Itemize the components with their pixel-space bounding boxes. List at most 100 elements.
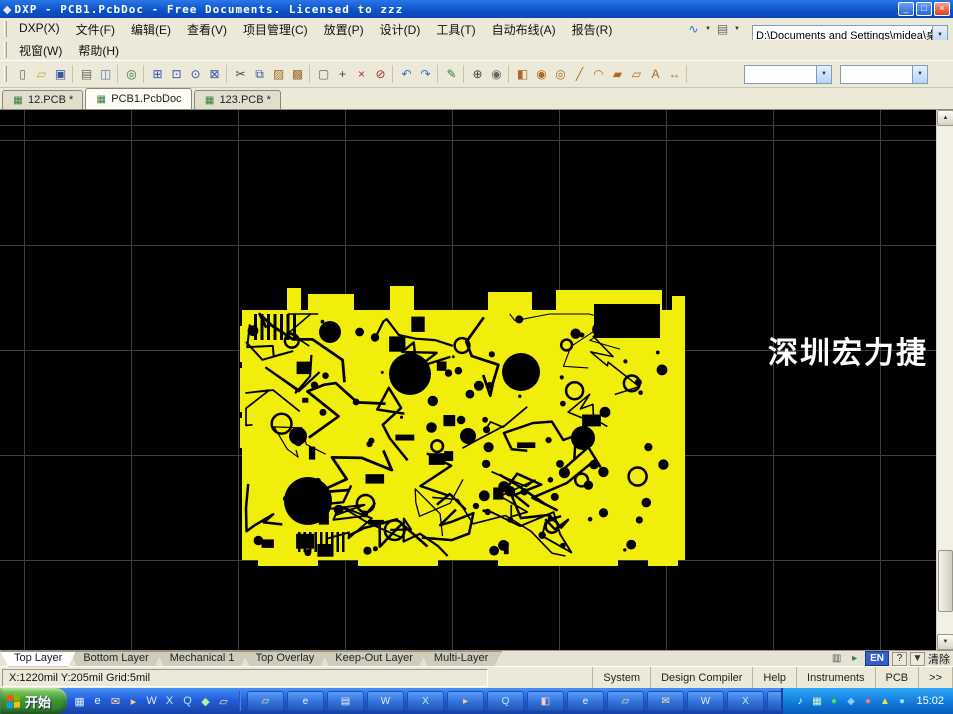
menu-item-r1-8[interactable]: 自动布线(A) xyxy=(484,19,564,40)
tray-qq-icon[interactable]: ● xyxy=(894,694,909,709)
layer-tab-1[interactable]: Bottom Layer xyxy=(69,651,162,667)
scroll-up-icon[interactable]: ▲ xyxy=(937,110,953,126)
media-player-icon[interactable]: ▸ xyxy=(125,693,142,710)
interactive-routing-button[interactable]: ✎ xyxy=(442,65,461,83)
panel-button-2[interactable]: Help xyxy=(753,667,797,688)
panel-button-5[interactable]: >> xyxy=(919,667,953,688)
menu-item-r1-3[interactable]: 查看(V) xyxy=(179,19,235,40)
menu-item-r1-4[interactable]: 项目管理(C) xyxy=(235,19,316,40)
menu-item-r2-0[interactable]: 视窗(W) xyxy=(11,40,70,61)
task-window-3[interactable]: W xyxy=(367,691,404,711)
layer-tab-0[interactable]: Top Layer xyxy=(0,651,76,667)
panel-button-1[interactable]: Design Compiler xyxy=(651,667,753,688)
task-window-1[interactable]: e xyxy=(287,691,324,711)
language-indicator[interactable]: EN xyxy=(865,651,889,666)
dropdown-arrow-icon[interactable]: ▼ xyxy=(733,26,741,32)
browse-database-button[interactable]: ◎ xyxy=(122,65,141,83)
select-area-button[interactable]: ▢ xyxy=(314,65,333,83)
language-help-button[interactable]: ? xyxy=(892,652,907,666)
menu-item-r1-2[interactable]: 编辑(E) xyxy=(123,19,179,40)
tray-green-icon[interactable]: ● xyxy=(826,694,841,709)
task-window-7[interactable]: ◧ xyxy=(527,691,564,711)
place-component-button[interactable]: ◧ xyxy=(513,65,532,83)
place-dimension-button[interactable]: ↔ xyxy=(665,65,684,83)
scroll-tabs-icon[interactable]: ▸ xyxy=(847,651,862,666)
print-icon[interactable]: ▤ xyxy=(713,20,732,38)
toolbar-grip2[interactable] xyxy=(4,42,7,58)
inspector-button[interactable]: ◉ xyxy=(487,65,506,83)
task-window-8[interactable]: e xyxy=(567,691,604,711)
toolbar-grip[interactable] xyxy=(4,21,7,37)
task-window-6[interactable]: Q xyxy=(487,691,524,711)
ie-icon[interactable]: e xyxy=(89,693,106,710)
task-window-0[interactable]: ▱ xyxy=(247,691,284,711)
menu-item-r1-7[interactable]: 工具(T) xyxy=(428,19,483,40)
place-pad-button[interactable]: ◉ xyxy=(532,65,551,83)
task-window-10[interactable]: ✉ xyxy=(647,691,684,711)
task-window-5[interactable]: ▸ xyxy=(447,691,484,711)
minimize-button[interactable]: _ xyxy=(898,2,914,16)
place-arc-button[interactable]: ◠ xyxy=(589,65,608,83)
cut-button[interactable]: ✂ xyxy=(231,65,250,83)
language-options-icon[interactable]: ▼ xyxy=(910,652,925,666)
close-button[interactable]: × xyxy=(934,2,950,16)
pcb-canvas[interactable]: 深圳宏力捷 xyxy=(0,110,936,650)
menu-item-r2-1[interactable]: 帮助(H) xyxy=(70,40,127,61)
panel-button-0[interactable]: System xyxy=(593,667,651,688)
word-icon[interactable]: W xyxy=(143,693,160,710)
place-string-button[interactable]: A xyxy=(646,65,665,83)
tray-volume-icon[interactable]: ♪ xyxy=(792,694,807,709)
scroll-thumb[interactable] xyxy=(938,550,953,612)
deselect-button[interactable]: × xyxy=(352,65,371,83)
layer-tab-3[interactable]: Top Overlay xyxy=(242,651,329,667)
find-similar-button[interactable]: ⊕ xyxy=(468,65,487,83)
place-fill-button[interactable]: ▰ xyxy=(608,65,627,83)
msn-icon[interactable]: ◆ xyxy=(197,693,214,710)
print-preview-button[interactable]: ◫ xyxy=(96,65,115,83)
new-document-button[interactable]: ▯ xyxy=(13,65,32,83)
toolbar-combo-1-arrow-icon[interactable]: ▼ xyxy=(816,66,831,83)
tray-red-icon[interactable]: ● xyxy=(860,694,875,709)
maximize-button[interactable]: □ xyxy=(916,2,932,16)
menu-item-r1-5[interactable]: 放置(P) xyxy=(316,19,372,40)
paste-array-button[interactable]: ▩ xyxy=(288,65,307,83)
excel-icon[interactable]: X xyxy=(161,693,178,710)
tray-network-icon[interactable]: ▦ xyxy=(809,694,824,709)
place-line-button[interactable]: ╱ xyxy=(570,65,589,83)
zoom-selected-button[interactable]: ⊠ xyxy=(205,65,224,83)
print-button[interactable]: ▤ xyxy=(77,65,96,83)
menu-item-r1-1[interactable]: 文件(F) xyxy=(68,19,123,40)
doc-tab-0[interactable]: ▦12.PCB * xyxy=(2,90,83,109)
layer-tab-2[interactable]: Mechanical 1 xyxy=(156,651,249,667)
wiring-icon[interactable]: ∿ xyxy=(684,20,703,38)
folder-icon[interactable]: ▱ xyxy=(215,693,232,710)
start-button[interactable]: 开始 xyxy=(0,688,67,714)
undo-button[interactable]: ↶ xyxy=(397,65,416,83)
task-window-4[interactable]: X xyxy=(407,691,444,711)
task-window-12[interactable]: X xyxy=(727,691,764,711)
zoom-fit-button[interactable]: ⊞ xyxy=(148,65,167,83)
place-via-button[interactable]: ◎ xyxy=(551,65,570,83)
toolbar-grip3[interactable] xyxy=(4,66,7,82)
outlook-icon[interactable]: ✉ xyxy=(107,693,124,710)
move-selection-button[interactable]: + xyxy=(333,65,352,83)
copy-button[interactable]: ⧉ xyxy=(250,65,269,83)
menu-item-r1-9[interactable]: 报告(R) xyxy=(564,19,621,40)
panel-button-3[interactable]: Instruments xyxy=(797,667,875,688)
task-window-11[interactable]: W xyxy=(687,691,724,711)
menu-item-r1-0[interactable]: DXP(X) xyxy=(11,19,68,40)
tray-yellow-icon[interactable]: ▲ xyxy=(877,694,892,709)
zoom-area-button[interactable]: ⊡ xyxy=(167,65,186,83)
toolbar-combo-2[interactable]: ▼ xyxy=(840,65,928,84)
toolbar-combo-1[interactable]: ▼ xyxy=(744,65,832,84)
tray-blue-icon[interactable]: ◆ xyxy=(843,694,858,709)
dropdown-arrow-icon[interactable]: ▼ xyxy=(704,26,712,32)
zoom-point-button[interactable]: ⊙ xyxy=(186,65,205,83)
layer-tab-5[interactable]: Multi-Layer xyxy=(420,651,502,667)
place-polygon-button[interactable]: ▱ xyxy=(627,65,646,83)
doc-tab-2[interactable]: ▦123.PCB * xyxy=(194,90,281,109)
panel-button-4[interactable]: PCB xyxy=(876,667,920,688)
task-window-13[interactable]: ▤ xyxy=(767,691,781,711)
task-window-2[interactable]: ▤ xyxy=(327,691,364,711)
save-button[interactable]: ▣ xyxy=(51,65,70,83)
